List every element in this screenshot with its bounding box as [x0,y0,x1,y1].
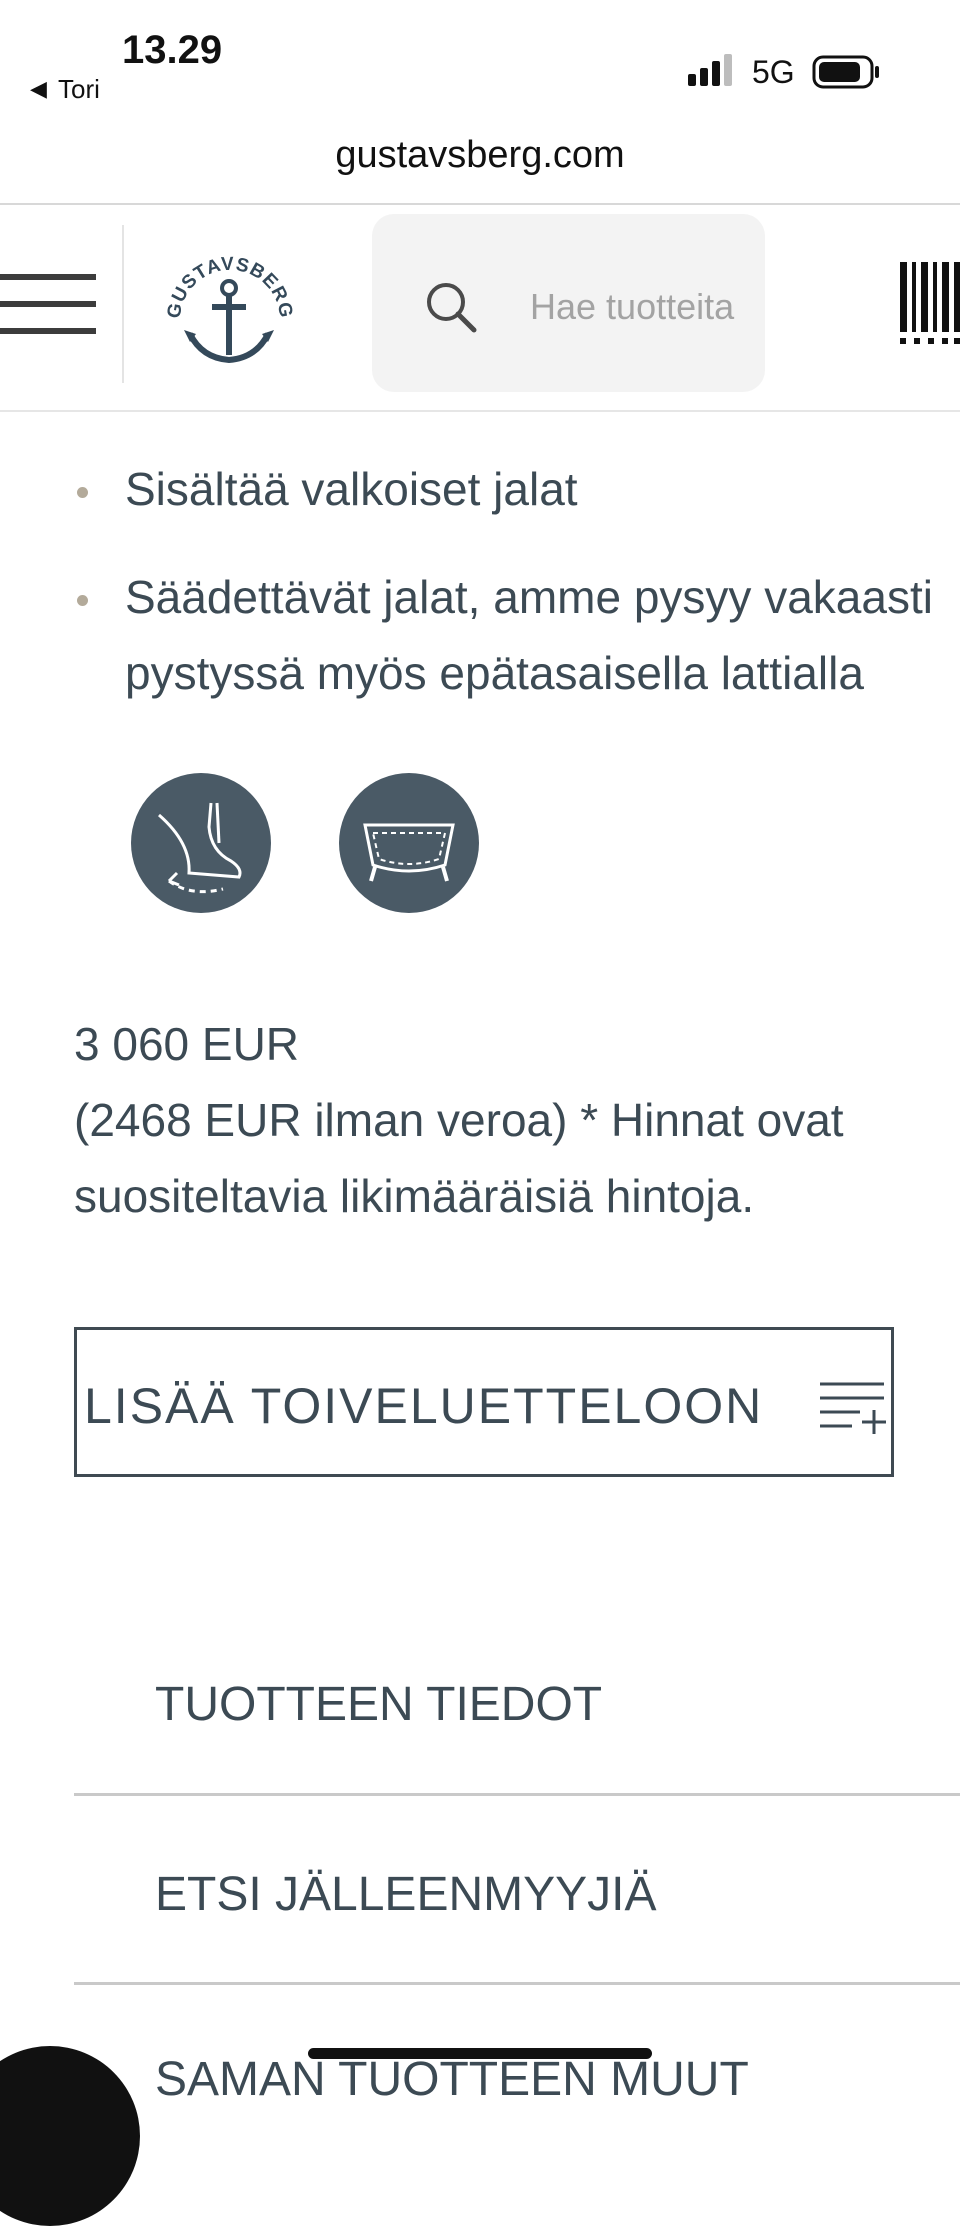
barcode-icon[interactable] [900,258,960,350]
accordion-item-product-info[interactable]: TUOTTEEN TIEDOT [155,1677,602,1732]
network-label: 5G [752,54,795,90]
accordion-item-find-retailers[interactable]: ETSI JÄLLEENMYYJIÄ [155,1867,657,1922]
status-time: 13.29 [122,28,223,72]
back-to-app-label[interactable]: Tori [58,74,100,105]
search-icon[interactable] [424,280,478,334]
add-to-list-icon[interactable] [818,1380,888,1436]
signal-icon [688,54,732,86]
accordion-divider [74,1982,960,1985]
battery-icon [812,55,879,89]
header-bottom-divider [0,410,960,412]
adjustable-foot-icon [131,773,271,913]
home-indicator[interactable] [308,2048,652,2059]
anchor-icon: GUSTAVSBERG [164,254,295,364]
url-bar[interactable]: gustavsberg.com [0,134,960,177]
feature-line: Säädettävät jalat, amme pysyy vakaasti [125,571,933,623]
price-note: suositeltavia likimääräisiä hintoja. [74,1170,755,1222]
search-input[interactable] [530,282,765,332]
bullet-dot [77,595,88,606]
header-divider [122,225,124,383]
gustavsberg-logo[interactable]: GUSTAVSBERG [162,238,297,373]
bullet-dot [77,487,88,498]
price-note: (2468 EUR ilman veroa) * Hinnat ovat [74,1094,844,1146]
price-amount: 3 060 EUR [74,1018,300,1070]
feature-line: pystyssä myös epätasaisella lattialla [125,647,864,699]
chat-bubble-button[interactable] [0,2046,140,2226]
wishlist-label[interactable]: LISÄÄ TOIVELUETTELOON [84,1377,763,1435]
back-arrow-icon[interactable]: ◀ [30,76,47,102]
menu-icon[interactable] [0,272,96,336]
feature-line: Sisältää valkoiset jalat [125,463,578,515]
accordion-divider [74,1793,960,1796]
url-divider [0,203,960,205]
accordion-item-related-products[interactable]: SAMAN TUOTTEEN MUUT [155,2052,749,2107]
freestanding-bathtub-icon [339,773,479,913]
